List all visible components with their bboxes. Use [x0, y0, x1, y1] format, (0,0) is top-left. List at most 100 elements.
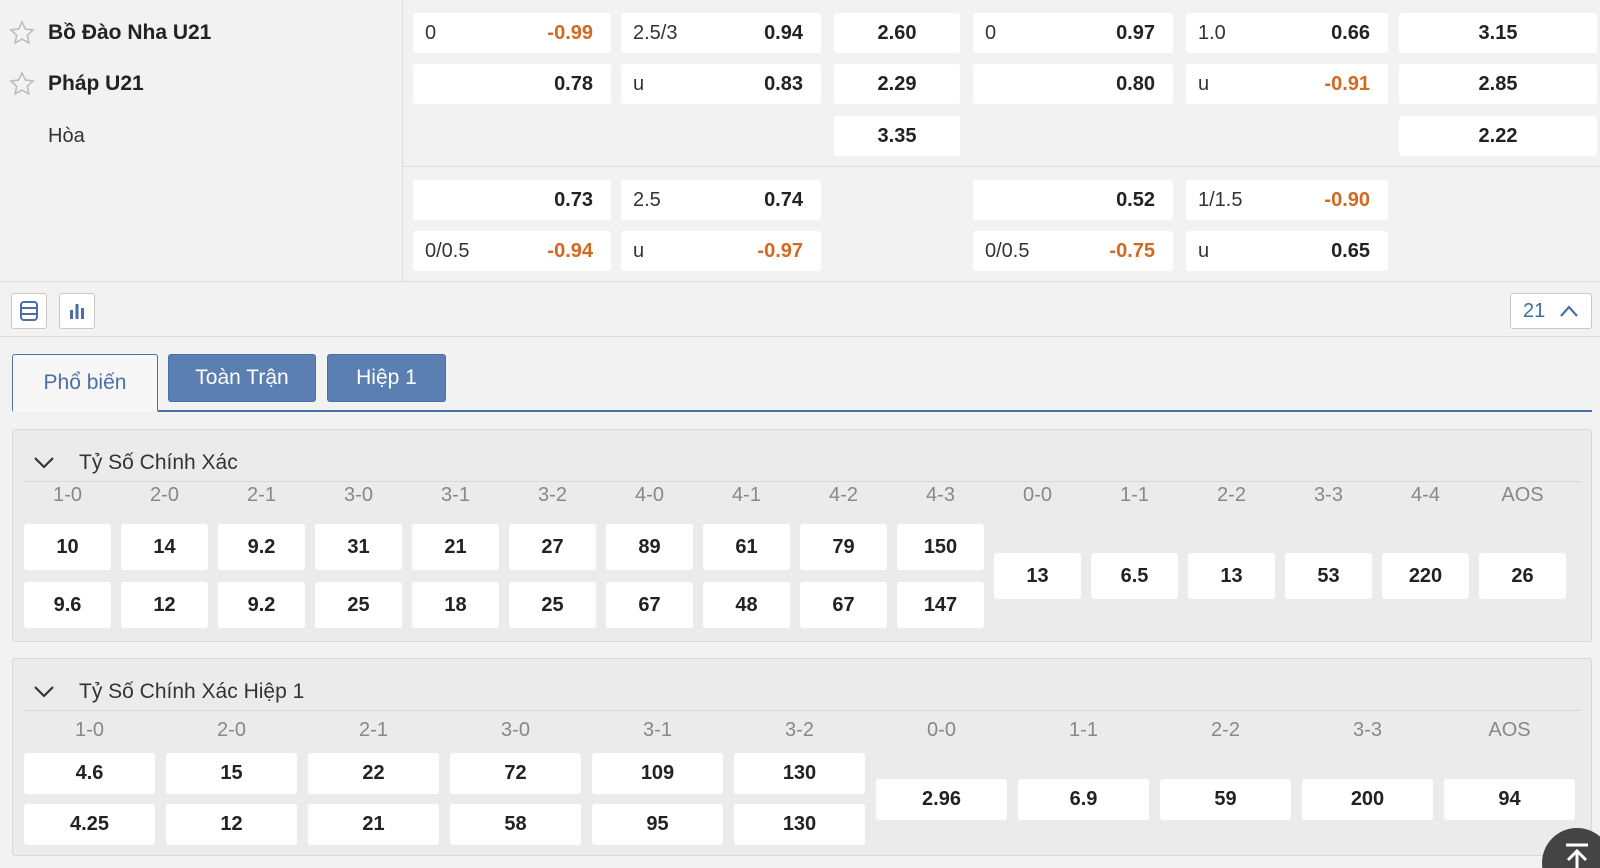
score-odds-button[interactable]: 48 — [703, 582, 790, 628]
score-odds-button[interactable]: 14 — [121, 524, 208, 570]
odds-value: 0.74 — [764, 188, 803, 211]
odds-cell[interactable]: 0.80 — [973, 64, 1173, 104]
tab-first-half[interactable]: Hiệp 1 — [327, 354, 446, 402]
odds-cell[interactable]: 3.15 — [1399, 13, 1597, 53]
score-odds-button[interactable]: 21 — [308, 804, 439, 845]
score-odds-button[interactable]: 150 — [897, 524, 984, 570]
score-odds-button[interactable]: 59 — [1160, 779, 1291, 820]
odds-cell[interactable]: u -0.91 — [1186, 64, 1388, 104]
score-odds-button[interactable]: 4.6 — [24, 753, 155, 794]
market-header[interactable]: Tỷ Số Chính Xác Hiệp 1 — [23, 673, 1581, 711]
odds-cell[interactable]: 1.0 0.66 — [1186, 13, 1388, 53]
score-odds-button[interactable]: 12 — [166, 804, 297, 845]
score-odds-button[interactable]: 67 — [606, 582, 693, 628]
score-odds-button[interactable]: 22 — [308, 753, 439, 794]
score-odds-button[interactable]: 25 — [509, 582, 596, 628]
odds-cell[interactable]: 0 -0.99 — [413, 13, 611, 53]
score-odds-button[interactable]: 147 — [897, 582, 984, 628]
odds-cell[interactable]: 2.22 — [1399, 116, 1597, 156]
list-view-icon — [20, 301, 38, 321]
score-odds-button[interactable]: 13 — [1188, 553, 1275, 599]
odds-cell[interactable]: u 0.83 — [621, 64, 821, 104]
odds-cell[interactable]: 0 0.97 — [973, 13, 1173, 53]
score-odds-button[interactable]: 31 — [315, 524, 402, 570]
odds-cell[interactable]: 0.52 — [973, 180, 1173, 220]
odds-cell[interactable]: 2.5 0.74 — [621, 180, 821, 220]
odds-cell[interactable]: 2.60 — [834, 13, 960, 53]
team-name-away: Pháp U21 — [48, 72, 144, 95]
score-odds-button[interactable]: 9.6 — [24, 582, 111, 628]
score-odds-button[interactable]: 130 — [734, 753, 865, 794]
score-odds-button[interactable]: 10 — [24, 524, 111, 570]
score-odds-button[interactable]: 4.25 — [24, 804, 155, 845]
odds-cell[interactable]: 0.73 — [413, 180, 611, 220]
tab-popular[interactable]: Phổ biến — [12, 354, 158, 412]
star-icon[interactable] — [8, 70, 36, 98]
odds-cell[interactable]: 1/1.5 -0.90 — [1186, 180, 1388, 220]
score-odds-button[interactable]: 21 — [412, 524, 499, 570]
score-odds-button[interactable]: 89 — [606, 524, 693, 570]
odds-cell[interactable]: 2.29 — [834, 64, 960, 104]
market-count-toggle[interactable]: 21 — [1510, 293, 1592, 329]
score-odds-button[interactable]: 58 — [450, 804, 581, 845]
odds-cell[interactable]: u -0.97 — [621, 231, 821, 271]
chart-view-button[interactable] — [59, 293, 95, 329]
score-odds-button[interactable]: 15 — [166, 753, 297, 794]
odds-value: -0.75 — [1109, 239, 1155, 262]
score-odds-button[interactable]: 200 — [1302, 779, 1433, 820]
score-label: AOS — [1501, 484, 1544, 506]
score-odds-button[interactable]: 2.96 — [876, 779, 1007, 820]
score-odds-button[interactable]: 12 — [121, 582, 208, 628]
score-odds-button[interactable]: 25 — [315, 582, 402, 628]
total-line: 2.5 — [633, 188, 661, 211]
score-odds-button[interactable]: 130 — [734, 804, 865, 845]
odds-value: 0.78 — [554, 72, 593, 95]
tab-full-match[interactable]: Toàn Trận — [168, 354, 316, 402]
chevron-down-icon — [34, 457, 54, 469]
handicap-line: 0/0.5 — [985, 239, 1030, 262]
teams-column: Bồ Đào Nha U21 Pháp U21 Hòa — [0, 0, 403, 282]
score-odds-button[interactable]: 109 — [592, 753, 723, 794]
team-row-draw: Hòa — [0, 116, 400, 156]
score-odds-button[interactable]: 18 — [412, 582, 499, 628]
score-odds-button[interactable]: 95 — [592, 804, 723, 845]
odds-value: 0.52 — [1116, 188, 1155, 211]
score-odds-button[interactable]: 79 — [800, 524, 887, 570]
chevron-down-icon — [34, 686, 54, 698]
odds-value: -0.99 — [547, 21, 593, 44]
odds-cell[interactable]: 0.78 — [413, 64, 611, 104]
score-odds-button[interactable]: 9.2 — [218, 582, 305, 628]
odds-cell[interactable]: 2.85 — [1399, 64, 1597, 104]
odds-cell[interactable]: 3.35 — [834, 116, 960, 156]
score-odds-button[interactable]: 61 — [703, 524, 790, 570]
odds-cell[interactable]: 0/0.5 -0.75 — [973, 231, 1173, 271]
score-label: 3-3 — [1314, 484, 1343, 506]
score-label: 1-1 — [1120, 484, 1149, 506]
score-odds-button[interactable]: 27 — [509, 524, 596, 570]
score-odds-button[interactable]: 94 — [1444, 779, 1575, 820]
arrow-up-icon — [1566, 843, 1588, 868]
star-icon[interactable] — [8, 19, 36, 47]
under-label: u — [1198, 239, 1210, 262]
odds-cell[interactable]: 0/0.5 -0.94 — [413, 231, 611, 271]
market-correct-score: Tỷ Số Chính Xác 1-0 10 9.6 2-0 14 12 2-1 9.2 9.2… — [12, 429, 1592, 642]
odds-cell[interactable]: 2.5/3 0.94 — [621, 13, 821, 53]
score-label: 3-3 — [1353, 719, 1382, 741]
score-odds-button[interactable]: 13 — [994, 553, 1081, 599]
score-label: 0-0 — [1023, 484, 1052, 506]
score-odds-button[interactable]: 26 — [1479, 553, 1566, 599]
handicap-line: 0/0.5 — [425, 239, 470, 262]
list-view-button[interactable] — [11, 293, 47, 329]
score-odds-button[interactable]: 67 — [800, 582, 887, 628]
score-odds-button[interactable]: 6.5 — [1091, 553, 1178, 599]
score-odds-button[interactable]: 53 — [1285, 553, 1372, 599]
score-label: 1-0 — [53, 484, 82, 506]
score-odds-button[interactable]: 9.2 — [218, 524, 305, 570]
under-label: u — [633, 72, 645, 95]
odds-cell[interactable]: u 0.65 — [1186, 231, 1388, 271]
score-odds-button[interactable]: 6.9 — [1018, 779, 1149, 820]
score-odds-button[interactable]: 220 — [1382, 553, 1469, 599]
market-header[interactable]: Tỷ Số Chính Xác — [23, 444, 1581, 482]
score-odds-button[interactable]: 72 — [450, 753, 581, 794]
score-label: 3-0 — [501, 719, 530, 741]
